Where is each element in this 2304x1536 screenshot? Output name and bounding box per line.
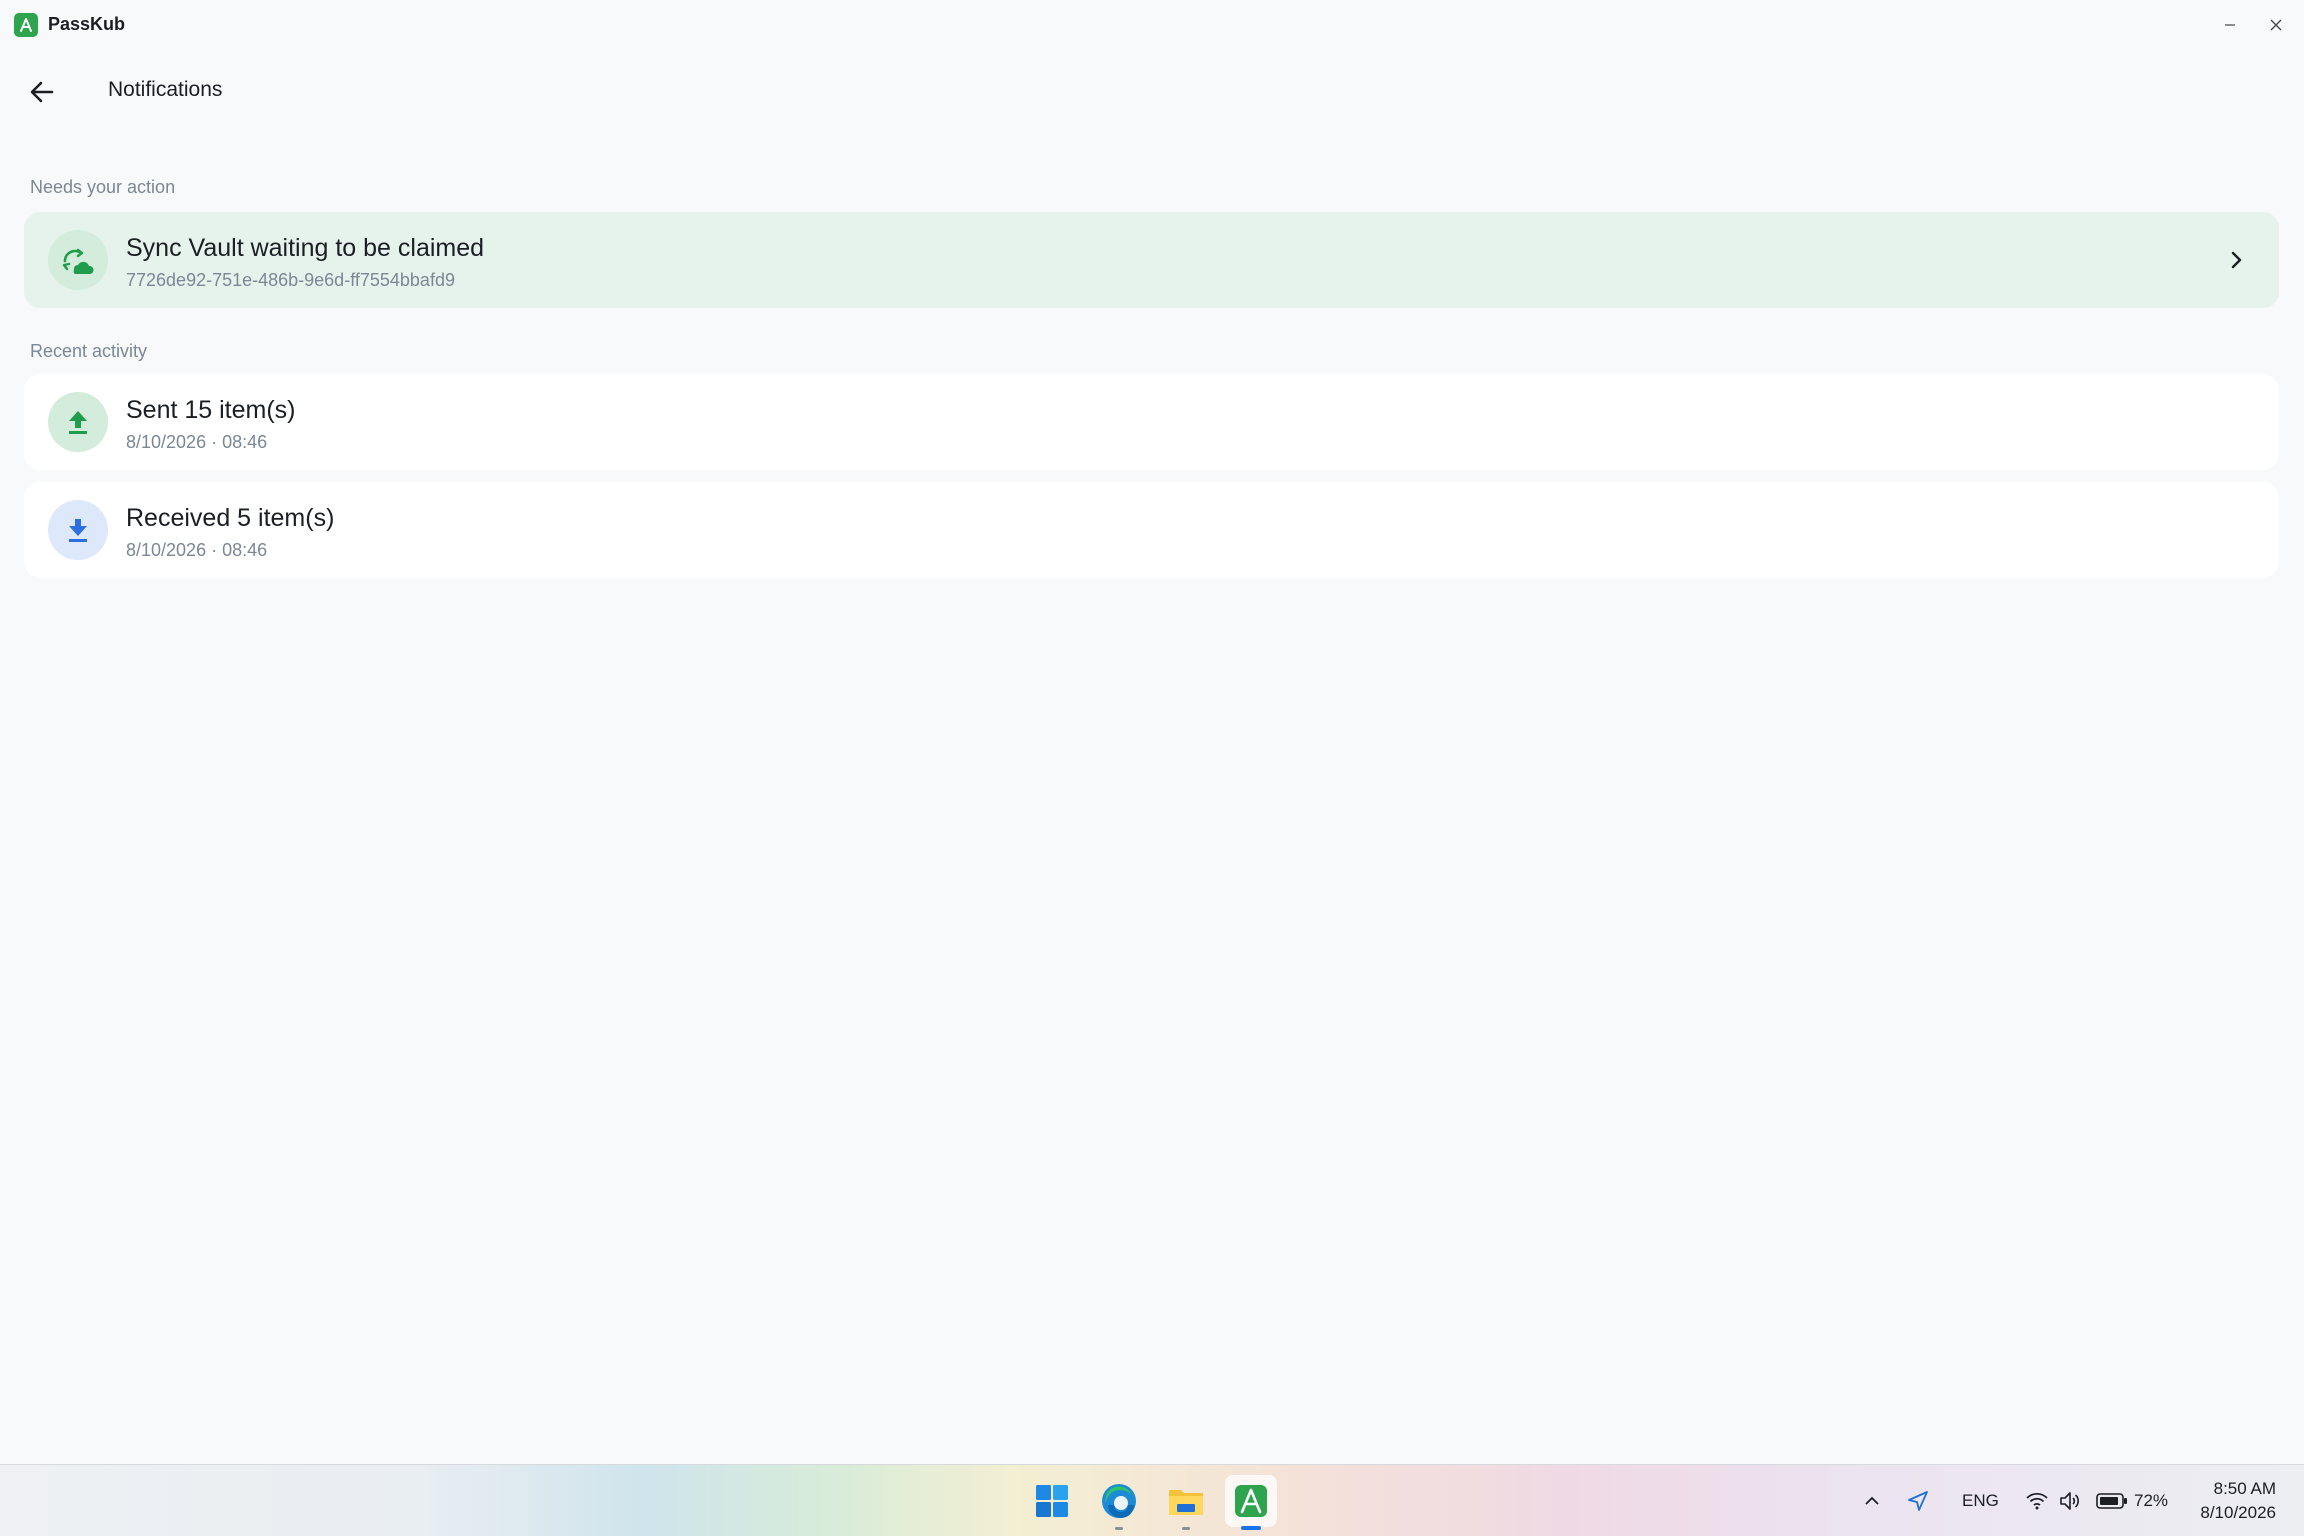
action-card-id: 7726de92-751e-486b-9e6d-ff7554bbafd9 bbox=[126, 270, 455, 290]
minimize-button[interactable] bbox=[2210, 8, 2250, 42]
chevron-up-icon bbox=[1865, 1496, 1879, 1505]
taskbar: ENG 72% 8:50 AM 8/10/2026 bbox=[0, 1464, 2304, 1536]
battery-icon bbox=[2096, 1493, 2127, 1509]
page-title: Notifications bbox=[108, 78, 223, 101]
chevron-right-icon bbox=[2220, 244, 2252, 276]
action-card-title: Sync Vault waiting to be claimed bbox=[126, 234, 485, 262]
wifi-icon[interactable] bbox=[2025, 1465, 2049, 1536]
activity-item-received[interactable]: Received 5 item(s) 8/10/2026 · 08:46 bbox=[24, 482, 2279, 578]
location-icon[interactable] bbox=[1906, 1465, 1930, 1536]
clock-date: 8/10/2026 bbox=[2200, 1503, 2276, 1522]
clock[interactable]: 8:50 AM 8/10/2026 bbox=[2180, 1477, 2276, 1525]
back-button[interactable] bbox=[22, 72, 62, 112]
sync-vault-claim-card[interactable]: Sync Vault waiting to be claimed 7726de9… bbox=[24, 212, 2279, 308]
battery-indicator[interactable]: 72% bbox=[2096, 1465, 2168, 1536]
upload-icon bbox=[48, 392, 108, 452]
battery-percent: 72% bbox=[2134, 1491, 2169, 1510]
section-label-needs-action: Needs your action bbox=[30, 177, 176, 197]
activity-timestamp: 8/10/2026 · 08:46 bbox=[126, 432, 268, 452]
passkub-logo-icon bbox=[14, 13, 38, 37]
edge-icon[interactable] bbox=[1093, 1475, 1145, 1530]
show-hidden-icons-button[interactable] bbox=[1862, 1465, 1882, 1536]
volume-icon[interactable] bbox=[2058, 1465, 2082, 1536]
file-explorer-icon[interactable] bbox=[1160, 1475, 1212, 1530]
cloud-sync-icon bbox=[48, 230, 108, 290]
title-bar: PassKub bbox=[0, 0, 2304, 50]
language-indicator[interactable]: ENG bbox=[1962, 1465, 1999, 1536]
windows-start-icon[interactable] bbox=[1026, 1475, 1078, 1527]
close-window-button[interactable] bbox=[2256, 8, 2296, 42]
activity-title: Sent 15 item(s) bbox=[126, 396, 296, 424]
download-icon bbox=[48, 500, 108, 560]
activity-item-sent[interactable]: Sent 15 item(s) 8/10/2026 · 08:46 bbox=[24, 374, 2279, 470]
app-title: PassKub bbox=[48, 14, 126, 34]
passkub-taskbar-icon[interactable] bbox=[1225, 1475, 1277, 1530]
section-label-recent-activity: Recent activity bbox=[30, 341, 148, 361]
arrow-left-icon bbox=[30, 81, 54, 103]
activity-timestamp: 8/10/2026 · 08:46 bbox=[126, 540, 268, 560]
clock-time: 8:50 AM bbox=[2213, 1479, 2276, 1498]
activity-title: Received 5 item(s) bbox=[126, 504, 335, 532]
